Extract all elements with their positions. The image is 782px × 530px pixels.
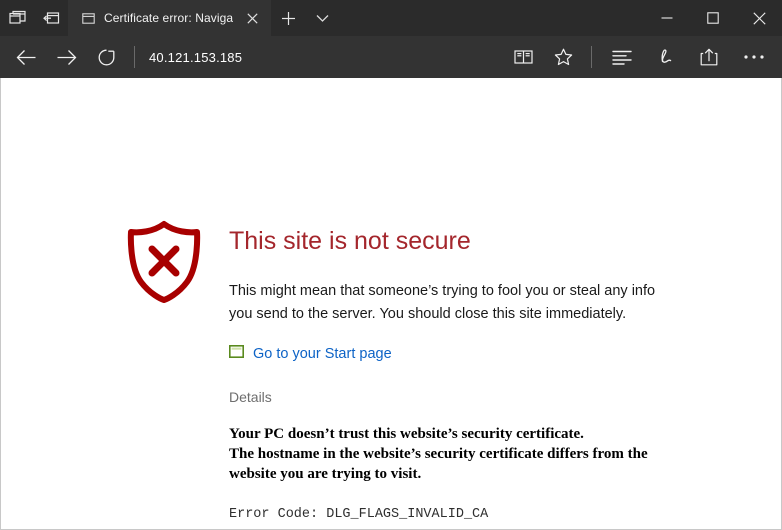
shield-error-icon	[123, 220, 205, 309]
tab-preview-icon[interactable]	[0, 0, 34, 36]
toolbar-divider-right	[591, 46, 592, 68]
start-page-link-label[interactable]: Go to your Start page	[253, 346, 392, 362]
window-controls	[644, 0, 782, 36]
start-page-icon	[229, 345, 244, 363]
refresh-button[interactable]	[86, 37, 126, 77]
address-input[interactable]: 40.121.153.185	[149, 50, 242, 65]
set-tabs-aside-icon[interactable]	[34, 0, 68, 36]
certificate-message-line: Your PC doesn’t trust this website’s sec…	[229, 424, 684, 444]
chevron-down-icon[interactable]	[305, 0, 339, 36]
error-code-line: DLG_FLAGS_SEC_CERT_CN_INVALID	[229, 525, 751, 530]
browser-window: Certificate error: Naviga	[0, 0, 782, 530]
minimize-button[interactable]	[644, 0, 690, 36]
hub-icon[interactable]	[600, 37, 644, 77]
page-title: This site is not secure	[229, 226, 751, 256]
tab-strip: Certificate error: Naviga	[68, 0, 271, 36]
close-icon[interactable]	[241, 7, 263, 29]
address-bar[interactable]: 40.121.153.185	[143, 36, 503, 78]
tab-title: Certificate error: Naviga	[104, 11, 233, 25]
more-options-icon[interactable]	[732, 37, 776, 77]
maximize-button[interactable]	[690, 0, 736, 36]
tab-certificate-error[interactable]: Certificate error: Naviga	[68, 0, 271, 36]
forward-button[interactable]	[46, 37, 86, 77]
error-code-block: Error Code: DLG_FLAGS_INVALID_CA DLG_FLA…	[229, 504, 751, 530]
certificate-error-page: This site is not secure This might mean …	[1, 78, 781, 529]
toolbar-divider-left	[134, 46, 135, 68]
new-tab-button[interactable]	[271, 0, 305, 36]
certificate-messages: Your PC doesn’t trust this website’s sec…	[229, 424, 684, 484]
error-text-block: This site is not secure This might mean …	[229, 226, 751, 530]
error-code-line: Error Code: DLG_FLAGS_INVALID_CA	[229, 504, 751, 525]
title-bar: Certificate error: Naviga	[0, 0, 782, 36]
navigation-toolbar: 40.121.153.185	[0, 36, 782, 78]
page-content: This site is not secure This might mean …	[0, 78, 782, 530]
details-label: Details	[229, 389, 751, 405]
page-icon	[80, 10, 96, 26]
reading-view-icon[interactable]	[503, 37, 543, 77]
error-description: This might mean that someone’s trying to…	[229, 280, 679, 326]
favorites-star-icon[interactable]	[543, 37, 583, 77]
close-button[interactable]	[736, 0, 782, 36]
go-to-start-page-link[interactable]: Go to your Start page	[229, 345, 751, 363]
titlebar-drag-area	[339, 0, 644, 36]
share-icon[interactable]	[688, 37, 732, 77]
web-note-pen-icon[interactable]	[644, 37, 688, 77]
back-button[interactable]	[6, 37, 46, 77]
certificate-message-line: The hostname in the website’s security c…	[229, 444, 684, 484]
